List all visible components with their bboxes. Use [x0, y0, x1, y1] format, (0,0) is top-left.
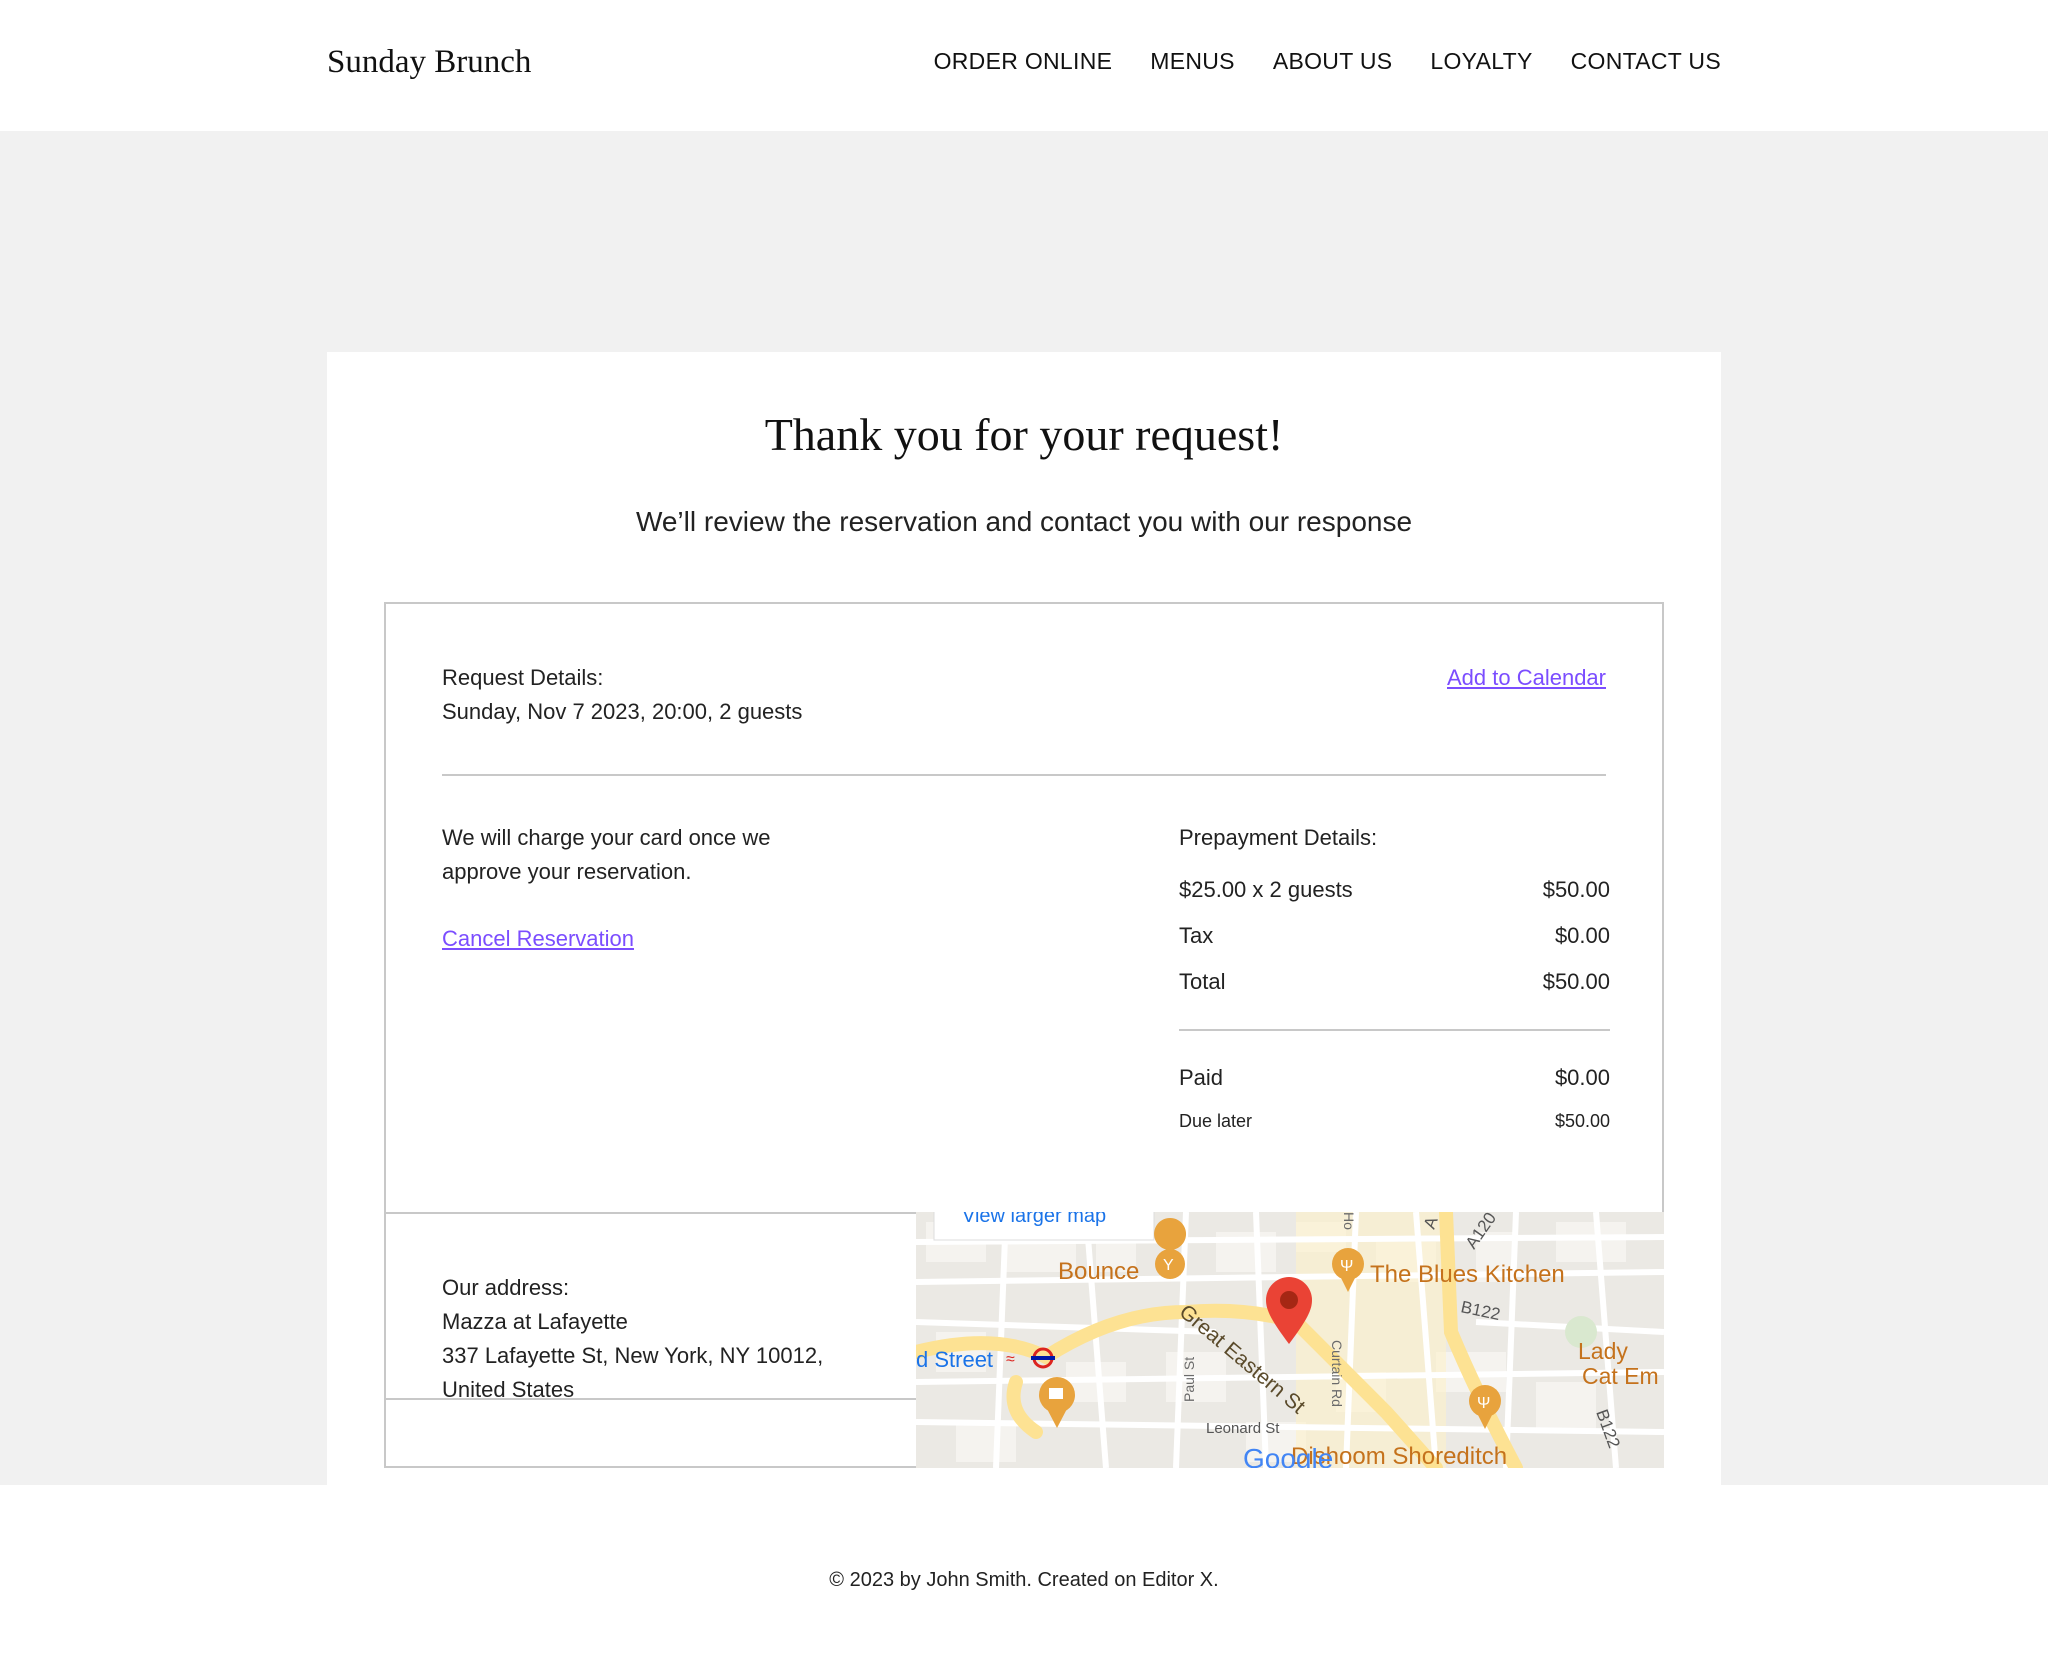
svg-text:≈: ≈ — [1006, 1351, 1015, 1368]
prepayment-row-total: Total $50.00 — [1179, 959, 1610, 1005]
site-footer: © 2023 by John Smith. Created on Editor … — [0, 1485, 2048, 1655]
view-larger-map-label[interactable]: View larger map — [962, 1212, 1106, 1227]
due-amount: $50.00 — [1554, 1110, 1610, 1131]
map-label-paul-st: Paul St — [1181, 1357, 1197, 1402]
google-logo: Google — [1243, 1443, 1333, 1468]
content-background: Thank you for your request! We’ll review… — [0, 131, 2048, 1526]
nav-menus[interactable]: MENUS — [1150, 48, 1235, 75]
row-amount: $50.00 — [1542, 877, 1610, 902]
prepayment-row-tax: Tax $0.00 — [1179, 913, 1610, 959]
map-label-lady: Lady — [1578, 1338, 1628, 1364]
map-label-street: d Street — [916, 1347, 993, 1372]
main-nav: ORDER ONLINE MENUS ABOUT US LOYALTY CONT… — [934, 48, 1721, 75]
cancel-reservation-link[interactable]: Cancel Reservation — [442, 922, 634, 956]
prepayment-label: Prepayment Details: — [1179, 825, 1378, 850]
details-divider — [442, 774, 1606, 776]
prepayment-row-guests: $25.00 x 2 guests $50.00 — [1179, 867, 1610, 913]
nav-order-online[interactable]: ORDER ONLINE — [934, 48, 1113, 75]
page-title: Thank you for your request! — [764, 409, 1284, 460]
map-label-curtain-rd: Curtain Rd — [1329, 1340, 1345, 1407]
svg-text:Ψ: Ψ — [1477, 1395, 1490, 1412]
request-details-value: Sunday, Nov 7 2023, 20:00, 2 guests — [442, 699, 803, 724]
charge-note-line: We will charge your card once we — [442, 825, 771, 850]
row-amount: $0.00 — [1554, 923, 1610, 948]
request-details-label: Request Details: — [442, 665, 604, 690]
address-line: United States — [442, 1377, 575, 1402]
address-block: Our address: Mazza at Lafayette 337 Lafa… — [442, 1271, 823, 1407]
address-line: Mazza at Lafayette — [442, 1309, 628, 1334]
address-box: Our address: Mazza at Lafayette 337 Lafa… — [384, 1212, 916, 1468]
location-map[interactable]: View larger map Y Ψ Ψ ≈ Bounce The Blues… — [916, 1212, 1664, 1468]
row-label: $25.00 x 2 guests — [1179, 877, 1353, 902]
charge-note: We will charge your card once we approve… — [442, 821, 822, 889]
nav-contact-us[interactable]: CONTACT US — [1571, 48, 1721, 75]
row-label: Tax — [1179, 923, 1214, 948]
address-line: 337 Lafayette St, New York, NY 10012, — [442, 1343, 824, 1368]
nav-loyalty[interactable]: LOYALTY — [1430, 48, 1532, 75]
paid-amount: $0.00 — [1554, 1065, 1610, 1090]
site-header: Sunday Brunch ORDER ONLINE MENUS ABOUT U… — [0, 0, 2048, 131]
address-label: Our address: — [442, 1275, 570, 1300]
paid-label: Paid — [1179, 1065, 1224, 1090]
map-canvas[interactable]: View larger map Y Ψ Ψ ≈ Bounce The Blues… — [916, 1212, 1664, 1468]
add-to-calendar-link[interactable]: Add to Calendar — [1447, 661, 1606, 695]
svg-text:Ψ: Ψ — [1340, 1258, 1353, 1275]
map-label-bounce: Bounce — [1058, 1258, 1139, 1285]
due-label: Due later — [1179, 1110, 1253, 1131]
prepayment-divider — [1179, 1029, 1610, 1031]
row-amount: $50.00 — [1542, 969, 1610, 994]
map-label-ho: Ho — [1341, 1212, 1357, 1230]
nav-about-us[interactable]: ABOUT US — [1273, 48, 1393, 75]
page-subtitle: We’ll review the reservation and contact… — [635, 506, 1413, 537]
due-later-row: Due later $50.00 — [1179, 1101, 1610, 1141]
row-label: Total — [1179, 969, 1226, 994]
map-label-cat-em: Cat Em — [1582, 1363, 1659, 1389]
prepayment-details: Prepayment Details: $25.00 x 2 guests $5… — [1179, 821, 1610, 1141]
map-label-blues-kitchen: The Blues Kitchen — [1370, 1261, 1565, 1288]
map-label-leonard-st: Leonard St — [1206, 1420, 1280, 1437]
site-logo[interactable]: Sunday Brunch — [327, 44, 531, 81]
confirmation-card: Thank you for your request! We’ll review… — [327, 352, 1721, 1526]
copyright-text: © 2023 by John Smith. Created on Editor … — [829, 1569, 1219, 1591]
svg-text:Y: Y — [1163, 1257, 1174, 1274]
paid-row: Paid $0.00 — [1179, 1055, 1610, 1101]
charge-note-line: approve your reservation. — [442, 859, 692, 884]
